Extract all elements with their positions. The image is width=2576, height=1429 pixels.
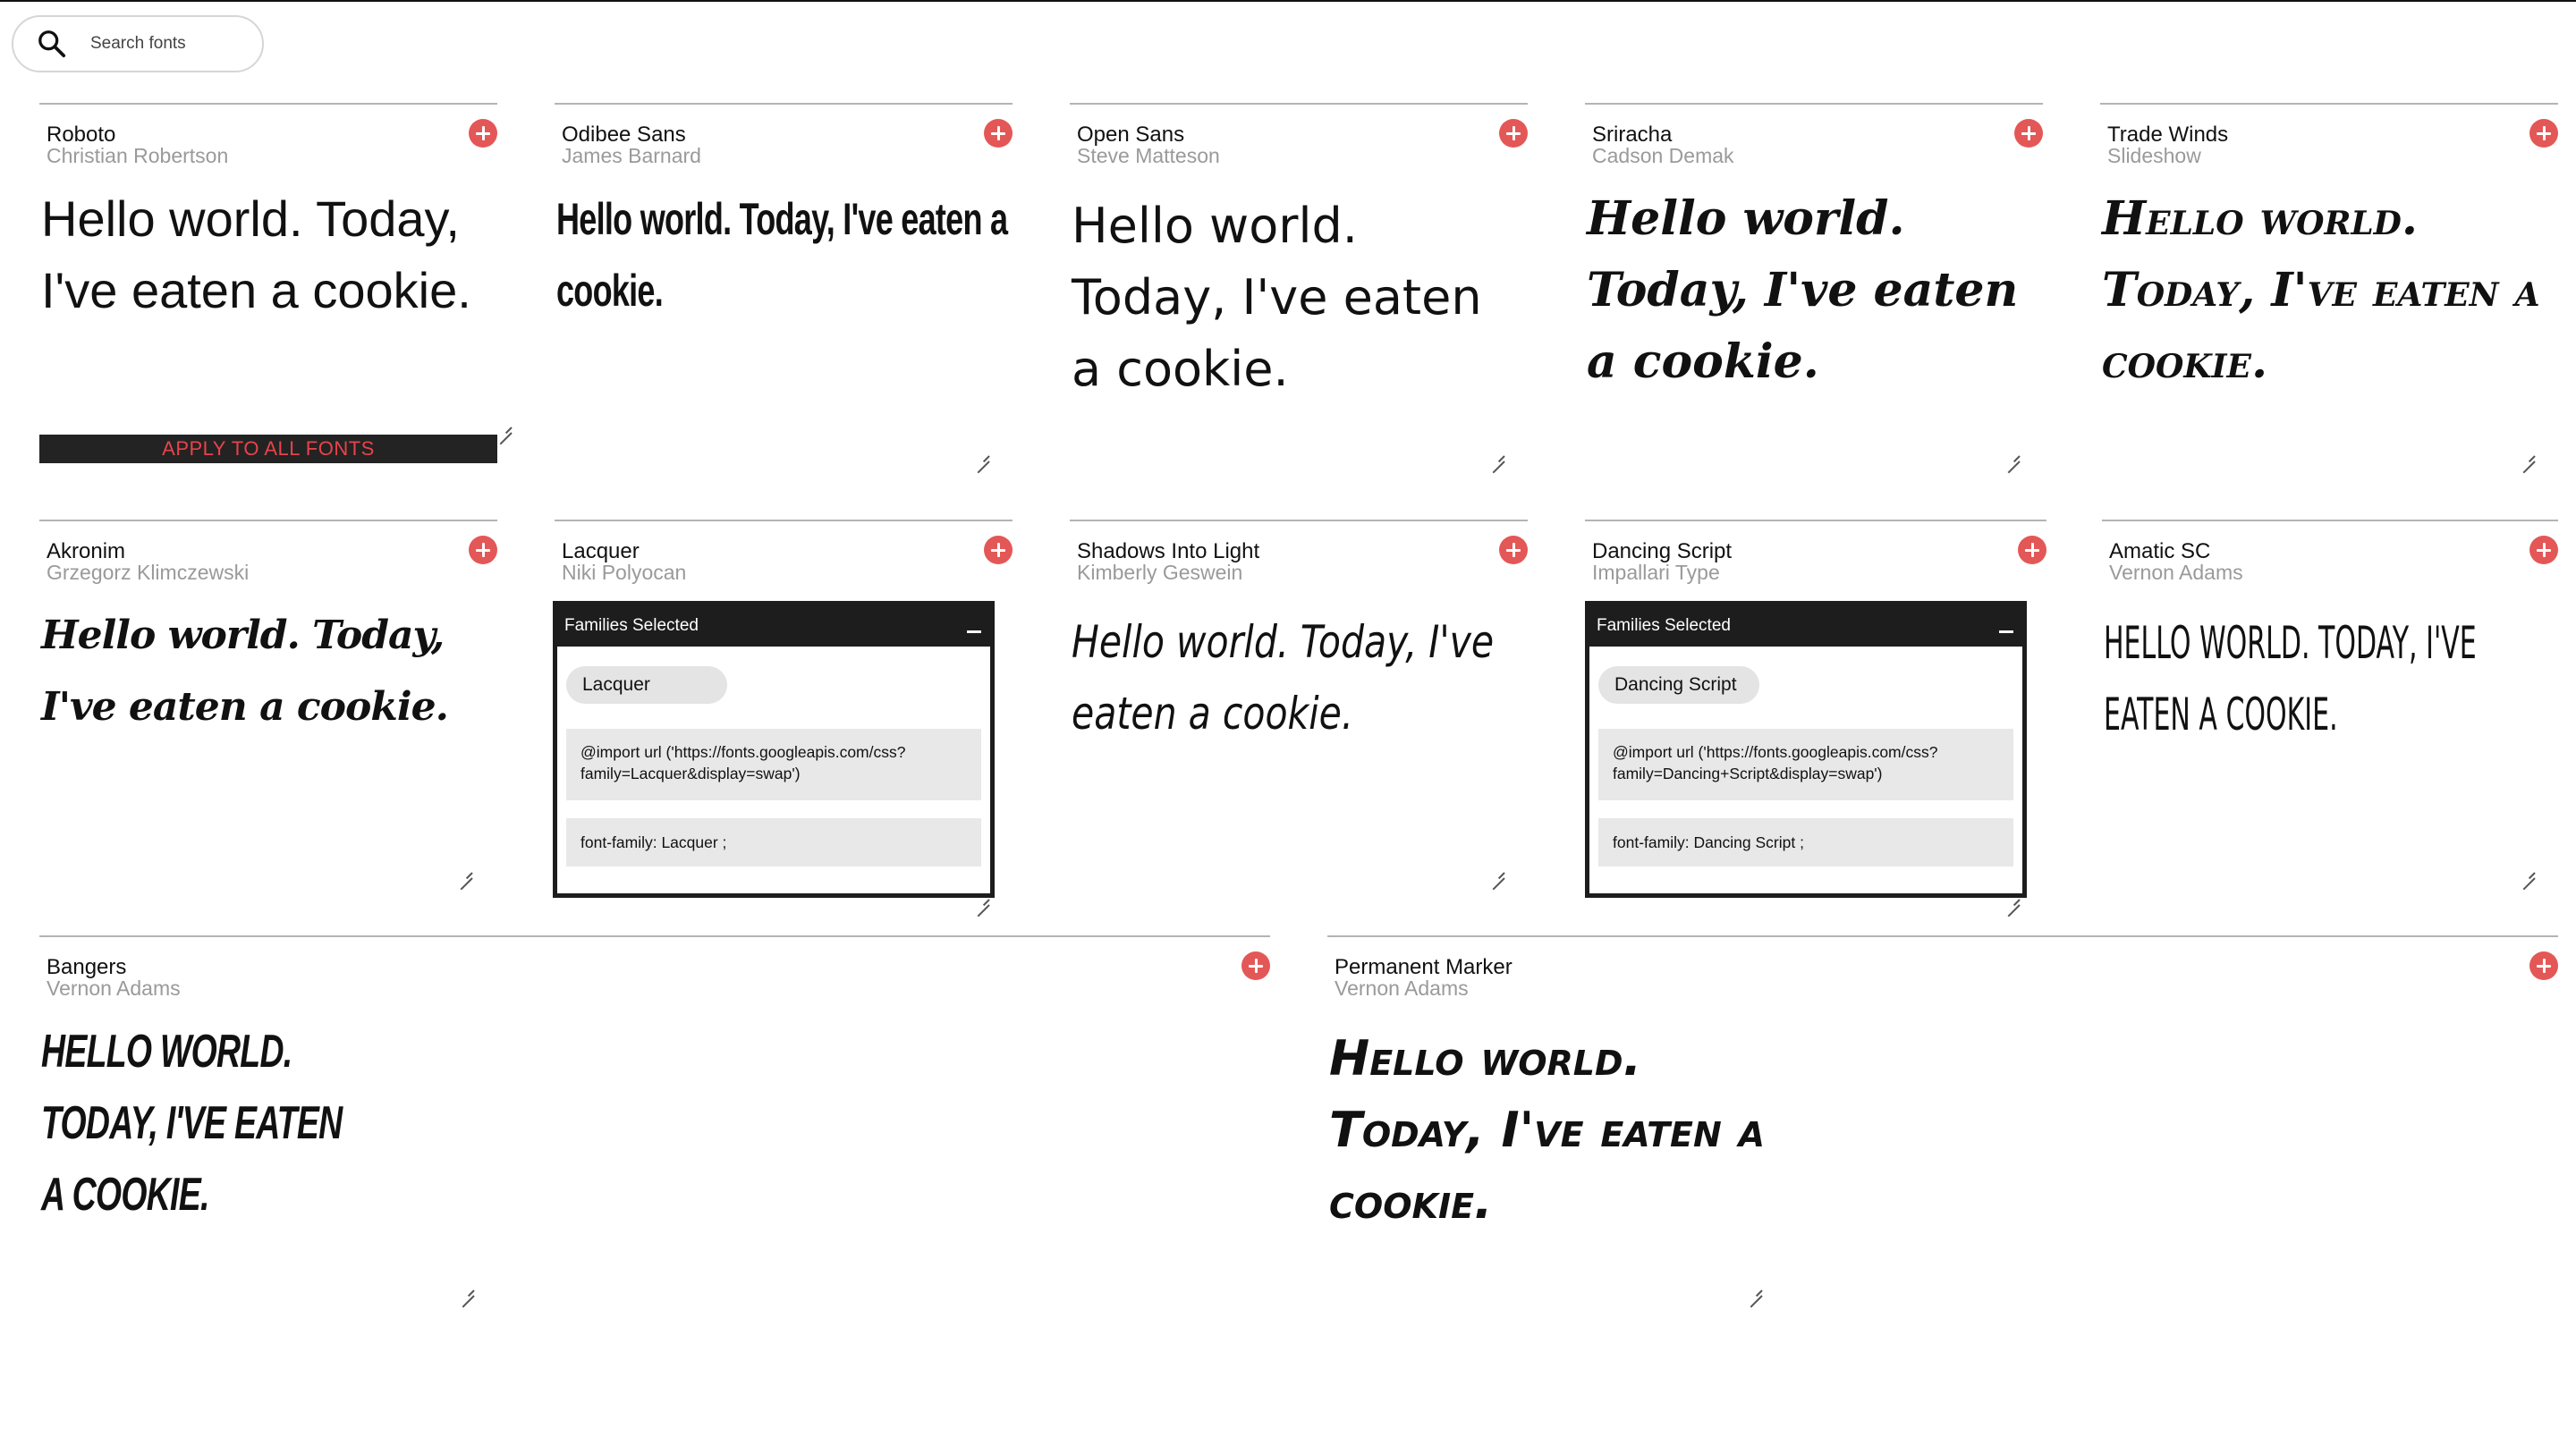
panel-title: Families Selected bbox=[564, 616, 699, 635]
add-font-button[interactable] bbox=[469, 536, 497, 564]
panel-header: Families Selected bbox=[1589, 605, 2022, 647]
sample-text-input[interactable]: Hello world. Today, I've eaten a cookie. bbox=[41, 600, 479, 743]
font-card-permanent-marker: Permanent Marker Vernon Adams Hello worl… bbox=[1327, 935, 2558, 1293]
font-family-code-snippet[interactable]: font-family: Lacquer ; bbox=[566, 818, 981, 867]
font-designer: Niki Polyocan bbox=[562, 561, 687, 584]
add-font-button[interactable] bbox=[1241, 951, 1270, 980]
add-font-button[interactable] bbox=[984, 119, 1013, 148]
sample-text-input[interactable]: Hello world. Today, I've eaten a cookie. bbox=[41, 183, 479, 326]
resize-handle-icon[interactable] bbox=[1490, 865, 1504, 879]
sample-text-input[interactable]: Hello world. Today, I've eaten a cookie. bbox=[2102, 183, 2540, 398]
minimize-icon[interactable] bbox=[1999, 630, 2013, 633]
sample-text-input[interactable]: Hello world. Today, I've eaten a cookie. bbox=[1329, 1023, 1776, 1238]
font-designer: Vernon Adams bbox=[2109, 561, 2243, 584]
font-card-bangers: Bangers Vernon Adams Hello world. Today,… bbox=[39, 935, 1270, 1293]
add-font-button[interactable] bbox=[2018, 536, 2046, 564]
search-input[interactable] bbox=[89, 33, 262, 55]
sample-text-input[interactable]: Hello world. Today, I've eaten a cookie. bbox=[1072, 606, 1530, 749]
minimize-icon[interactable] bbox=[967, 630, 981, 633]
font-designer: Vernon Adams bbox=[47, 977, 181, 1000]
font-designer: Vernon Adams bbox=[1335, 977, 1469, 1000]
resize-handle-icon[interactable] bbox=[458, 865, 472, 879]
sample-text-input[interactable]: Hello world. Today, I've eaten a cookie. bbox=[41, 1016, 363, 1230]
font-card-sriracha: Sriracha Cadson Demak Hello world. Today… bbox=[1585, 103, 2043, 461]
search-bar[interactable] bbox=[12, 15, 264, 72]
font-card-akronim: Akronim Grzegorz Klimczewski Hello world… bbox=[39, 520, 497, 877]
selected-family-chip[interactable]: Dancing Script bbox=[1598, 666, 1759, 704]
panel-header: Families Selected bbox=[557, 605, 990, 647]
resize-handle-icon[interactable] bbox=[2521, 448, 2535, 462]
search-icon bbox=[38, 30, 66, 58]
sample-text-input[interactable]: Hello world. Today, I've eaten a cookie. bbox=[556, 183, 1012, 326]
font-card-odibee-sans: Odibee Sans James Barnard Hello world. T… bbox=[555, 103, 1013, 461]
add-font-button[interactable] bbox=[984, 536, 1013, 564]
font-card-open-sans: Open Sans Steve Matteson Hello world. To… bbox=[1070, 103, 1528, 461]
families-selected-panel: Families Selected Lacquer @import url ('… bbox=[553, 601, 995, 898]
import-code-snippet[interactable]: @import url ('https://fonts.googleapis.c… bbox=[1598, 729, 2013, 800]
font-card-roboto: Roboto Christian Robertson Hello world. … bbox=[39, 103, 497, 434]
sample-text-input[interactable]: Hello world. Today, I've eaten a cookie. bbox=[2104, 607, 2558, 750]
resize-handle-icon[interactable] bbox=[2521, 865, 2535, 879]
resize-handle-icon[interactable] bbox=[1748, 1282, 1762, 1297]
font-designer: James Barnard bbox=[562, 144, 701, 167]
resize-handle-icon[interactable] bbox=[460, 1282, 474, 1297]
add-font-button[interactable] bbox=[469, 119, 497, 148]
font-card-trade-winds: Trade Winds Slideshow Hello world. Today… bbox=[2100, 103, 2558, 461]
resize-handle-icon[interactable] bbox=[497, 419, 512, 434]
font-designer: Steve Matteson bbox=[1077, 144, 1220, 167]
families-selected-panel: Families Selected Dancing Script @import… bbox=[1585, 601, 2027, 898]
apply-to-all-fonts-button[interactable]: APPLY TO ALL FONTS bbox=[39, 435, 497, 463]
font-designer: Kimberly Geswein bbox=[1077, 561, 1243, 584]
font-designer: Slideshow bbox=[2107, 144, 2201, 167]
add-font-button[interactable] bbox=[2014, 119, 2043, 148]
resize-handle-icon[interactable] bbox=[1490, 448, 1504, 462]
panel-title: Families Selected bbox=[1597, 616, 1731, 635]
font-card-shadows-into-light: Shadows Into Light Kimberly Geswein Hell… bbox=[1070, 520, 1528, 877]
font-designer: Grzegorz Klimczewski bbox=[47, 561, 250, 584]
add-font-button[interactable] bbox=[2529, 119, 2558, 148]
resize-handle-icon[interactable] bbox=[975, 448, 989, 462]
resize-handle-icon[interactable] bbox=[2005, 448, 2020, 462]
font-designer: Christian Robertson bbox=[47, 144, 229, 167]
sample-text-input[interactable]: Hello world. Today, I've eaten a cookie. bbox=[1072, 190, 1510, 405]
selected-family-chip[interactable]: Lacquer bbox=[566, 666, 727, 704]
font-family-code-snippet[interactable]: font-family: Dancing Script ; bbox=[1598, 818, 2013, 867]
import-code-snippet[interactable]: @import url ('https://fonts.googleapis.c… bbox=[566, 729, 981, 800]
font-designer: Impallari Type bbox=[1592, 561, 1720, 584]
font-designer: Cadson Demak bbox=[1592, 144, 1734, 167]
add-font-button[interactable] bbox=[1499, 536, 1528, 564]
font-card-amatic-sc: Amatic SC Vernon Adams Hello world. Toda… bbox=[2102, 520, 2558, 877]
add-font-button[interactable] bbox=[1499, 119, 1528, 148]
add-font-button[interactable] bbox=[2529, 951, 2558, 980]
sample-text-input[interactable]: Hello world. Today, I've eaten a cookie. bbox=[1587, 183, 2025, 398]
add-font-button[interactable] bbox=[2529, 536, 2558, 564]
